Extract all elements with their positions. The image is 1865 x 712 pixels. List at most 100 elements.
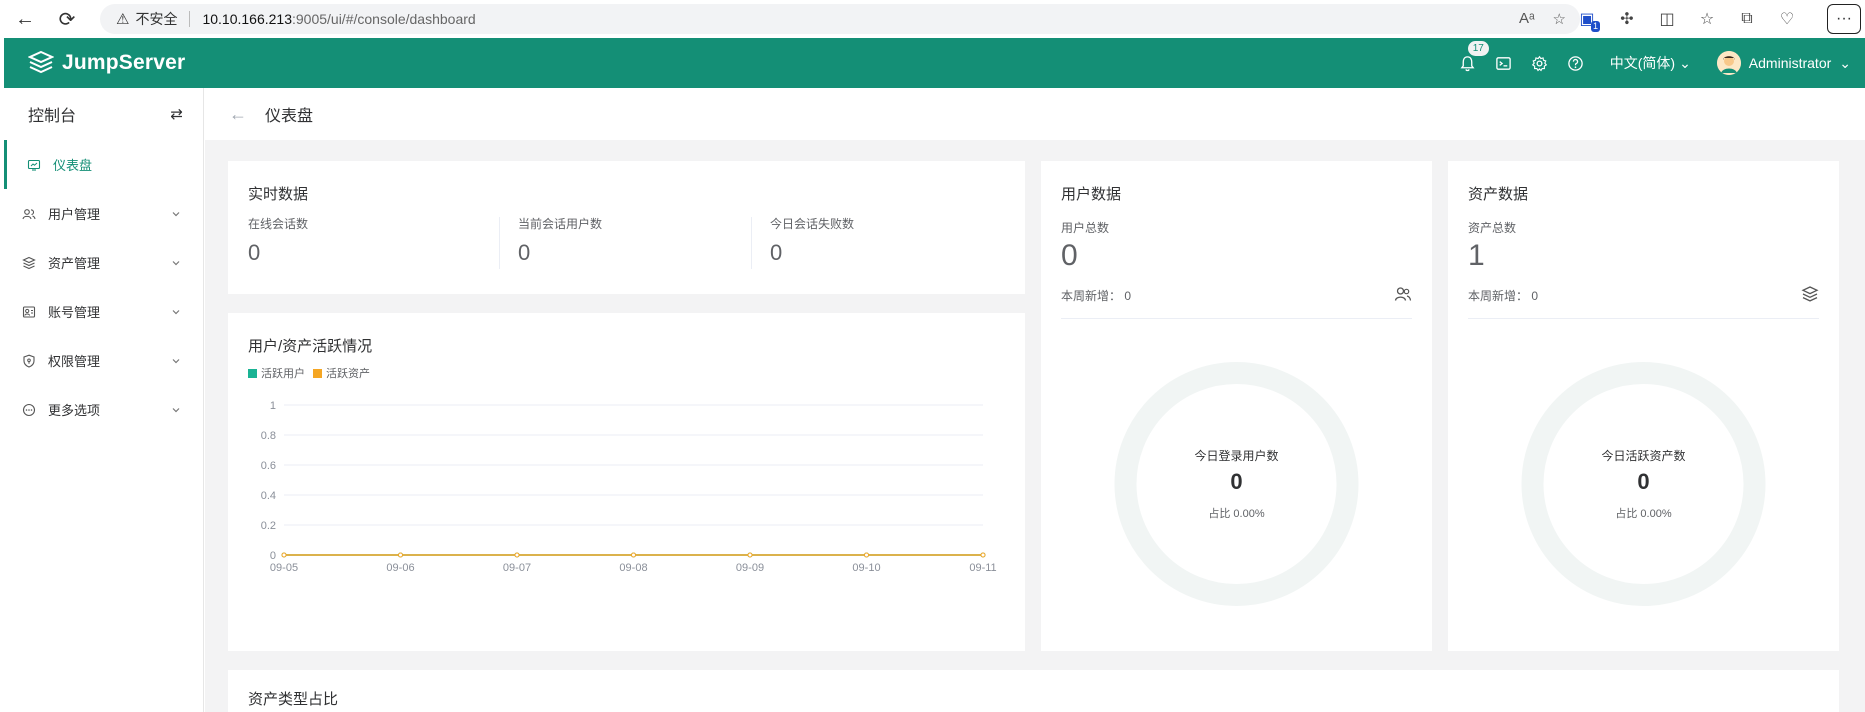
back-arrow-icon[interactable]: ← (229, 104, 247, 125)
main-content: ← 仪表盘 实时数据 在线会话数 0 当前会话用户数 0 今日会话失败数 0 用… (205, 88, 1865, 712)
metric-session-users: 当前会话用户数 0 (518, 215, 602, 267)
sidebar-item-dashboard[interactable]: 仪表盘 (4, 140, 203, 189)
language-selector[interactable]: 中文(简体) ⌄ (1610, 53, 1691, 73)
y-tick-label: 0.6 (261, 460, 276, 472)
layers-icon (1801, 286, 1819, 302)
x-tick-label: 09-06 (386, 562, 414, 574)
divider (1468, 318, 1819, 319)
jumpserver-logo-icon (28, 50, 54, 74)
card-title: 资产数据 (1468, 186, 1529, 203)
page-header: ← 仪表盘 (205, 88, 1865, 140)
metric-value: 0 (770, 240, 783, 265)
notification-bell-icon[interactable]: 17 (1450, 38, 1489, 88)
chevron-down-icon: ⌄ (1679, 54, 1691, 71)
address-bar[interactable]: ⚠ 不安全 10.10.166.213 :9005/ui/#/console/d… (100, 4, 1580, 34)
sidebar-item-label: 资产管理 (48, 256, 101, 271)
health-icon[interactable]: ♡ (1772, 4, 1802, 34)
users-week-new: 本周新增： 0 (1061, 289, 1132, 303)
sidebar-item-label: 账号管理 (48, 305, 101, 320)
chevron-down-icon (171, 403, 181, 418)
app-header: JumpServer 17 中文(简体) ⌄ Administrator ⌄ (4, 38, 1865, 88)
y-tick-label: 0 (270, 550, 276, 562)
user-menu[interactable]: Administrator ⌄ (1716, 51, 1851, 75)
card-title: 资产类型占比 (248, 691, 339, 708)
data-point (980, 552, 986, 558)
assets-total-value: 1 (1468, 239, 1485, 272)
metric-value: 0 (248, 240, 261, 265)
sidebar-item-label: 更多选项 (48, 403, 101, 418)
favorites-icon[interactable]: ☆ (1692, 4, 1722, 34)
sidebar-item-more[interactable]: 更多选项 (4, 385, 203, 434)
terminal-icon[interactable] (1486, 38, 1522, 88)
users-total-value: 0 (1061, 239, 1078, 272)
avatar (1716, 51, 1741, 75)
sidebar-item-users[interactable]: 用户管理 (4, 189, 203, 238)
assets-total-label: 资产总数 (1468, 221, 1517, 235)
assets-card: 资产数据 资产总数 1 本周新增： 0 今日活跃资产数 0 占比 0.00% (1448, 161, 1839, 651)
sidebar-header: 控制台 ⇄ (4, 88, 203, 140)
accounts-icon (22, 305, 36, 319)
settings-gear-icon[interactable] (1522, 38, 1558, 88)
x-tick-label: 09-08 (619, 562, 647, 574)
sidebar: 控制台 ⇄ 仪表盘 用户管理 资产管理 账号管理 权限管理 更多选项 (4, 88, 204, 712)
sidebar-item-label: 权限管理 (48, 354, 101, 369)
back-arrow-icon[interactable]: ← (8, 2, 42, 36)
chevron-down-icon (171, 207, 181, 222)
x-tick-label: 09-07 (503, 562, 531, 574)
metric-failed-sessions: 今日会话失败数 0 (770, 215, 854, 267)
url-path: :9005/ui/#/console/dashboard (291, 11, 476, 27)
chevron-down-icon (171, 305, 181, 320)
warning-icon: ⚠ (116, 11, 130, 28)
data-point (631, 552, 636, 558)
split-screen-icon[interactable]: ◫ (1652, 4, 1682, 34)
card-title: 实时数据 (248, 186, 309, 203)
chevron-down-icon (171, 256, 181, 271)
page-title: 仪表盘 (265, 108, 314, 125)
url-host: 10.10.166.213 (202, 11, 292, 27)
donut-ratio: 占比 0.00% (1208, 508, 1265, 520)
users-icon (22, 207, 36, 221)
divider (499, 217, 500, 269)
metric-label: 当前会话用户数 (518, 217, 603, 231)
shield-icon (22, 354, 36, 368)
chevron-down-icon: ⌄ (1839, 54, 1851, 71)
y-tick-label: 0.2 (261, 520, 276, 532)
realtime-card: 实时数据 在线会话数 0 当前会话用户数 0 今日会话失败数 0 (228, 161, 1025, 294)
donut-value: 0 (1230, 469, 1243, 494)
extension-icon[interactable]: ▣ 1 (1572, 4, 1602, 34)
y-tick-label: 1 (270, 400, 276, 412)
activity-line-chart: 0 0.2 0.4 0.6 0.8 1 09-05 09-06 09-07 09-08 09-09 0… (261, 400, 997, 574)
sidebar-item-permissions[interactable]: 权限管理 (4, 336, 203, 385)
help-question-icon[interactable] (1558, 38, 1594, 88)
x-tick-label: 09-10 (852, 562, 880, 574)
divider (751, 217, 752, 269)
puzzle-icon[interactable]: ✣ (1612, 4, 1642, 34)
language-label: 中文(简体) (1609, 55, 1676, 71)
y-tick-label: 0.4 (261, 490, 276, 502)
metric-label: 今日会话失败数 (770, 217, 855, 231)
sidebar-item-assets[interactable]: 资产管理 (4, 238, 203, 287)
favorite-star-icon[interactable]: ☆ (1553, 10, 1566, 28)
data-point (514, 552, 520, 558)
sidebar-item-label: 用户管理 (48, 207, 101, 222)
sidebar-item-accounts[interactable]: 账号管理 (4, 287, 203, 336)
switch-view-icon[interactable]: ⇄ (170, 105, 183, 123)
users-icon (1394, 287, 1412, 301)
collections-icon[interactable]: ⧉ (1732, 4, 1762, 34)
donut-title: 今日活跃资产数 (1601, 449, 1686, 463)
more-menu-icon[interactable]: ··· (1827, 4, 1861, 34)
donut-ratio: 占比 0.00% (1615, 508, 1672, 520)
refresh-icon[interactable]: ⟳ (50, 2, 84, 36)
address-separator (189, 11, 191, 27)
y-tick-label: 0.8 (261, 430, 276, 442)
users-donut: 今日登录用户数 0 占比 0.00% (1041, 359, 1432, 609)
sidebar-item-label: 仪表盘 (53, 158, 93, 173)
assets-week-new: 本周新增： 0 (1468, 289, 1539, 303)
data-point (281, 552, 287, 558)
asset-types-card: 资产类型占比 (228, 670, 1839, 712)
read-aloud-icon[interactable]: Aᵃ (1519, 10, 1535, 28)
metric-online-sessions: 在线会话数 0 (248, 215, 308, 267)
logo[interactable]: JumpServer (28, 50, 185, 76)
data-point (864, 552, 869, 558)
donut-title: 今日登录用户数 (1194, 449, 1279, 463)
